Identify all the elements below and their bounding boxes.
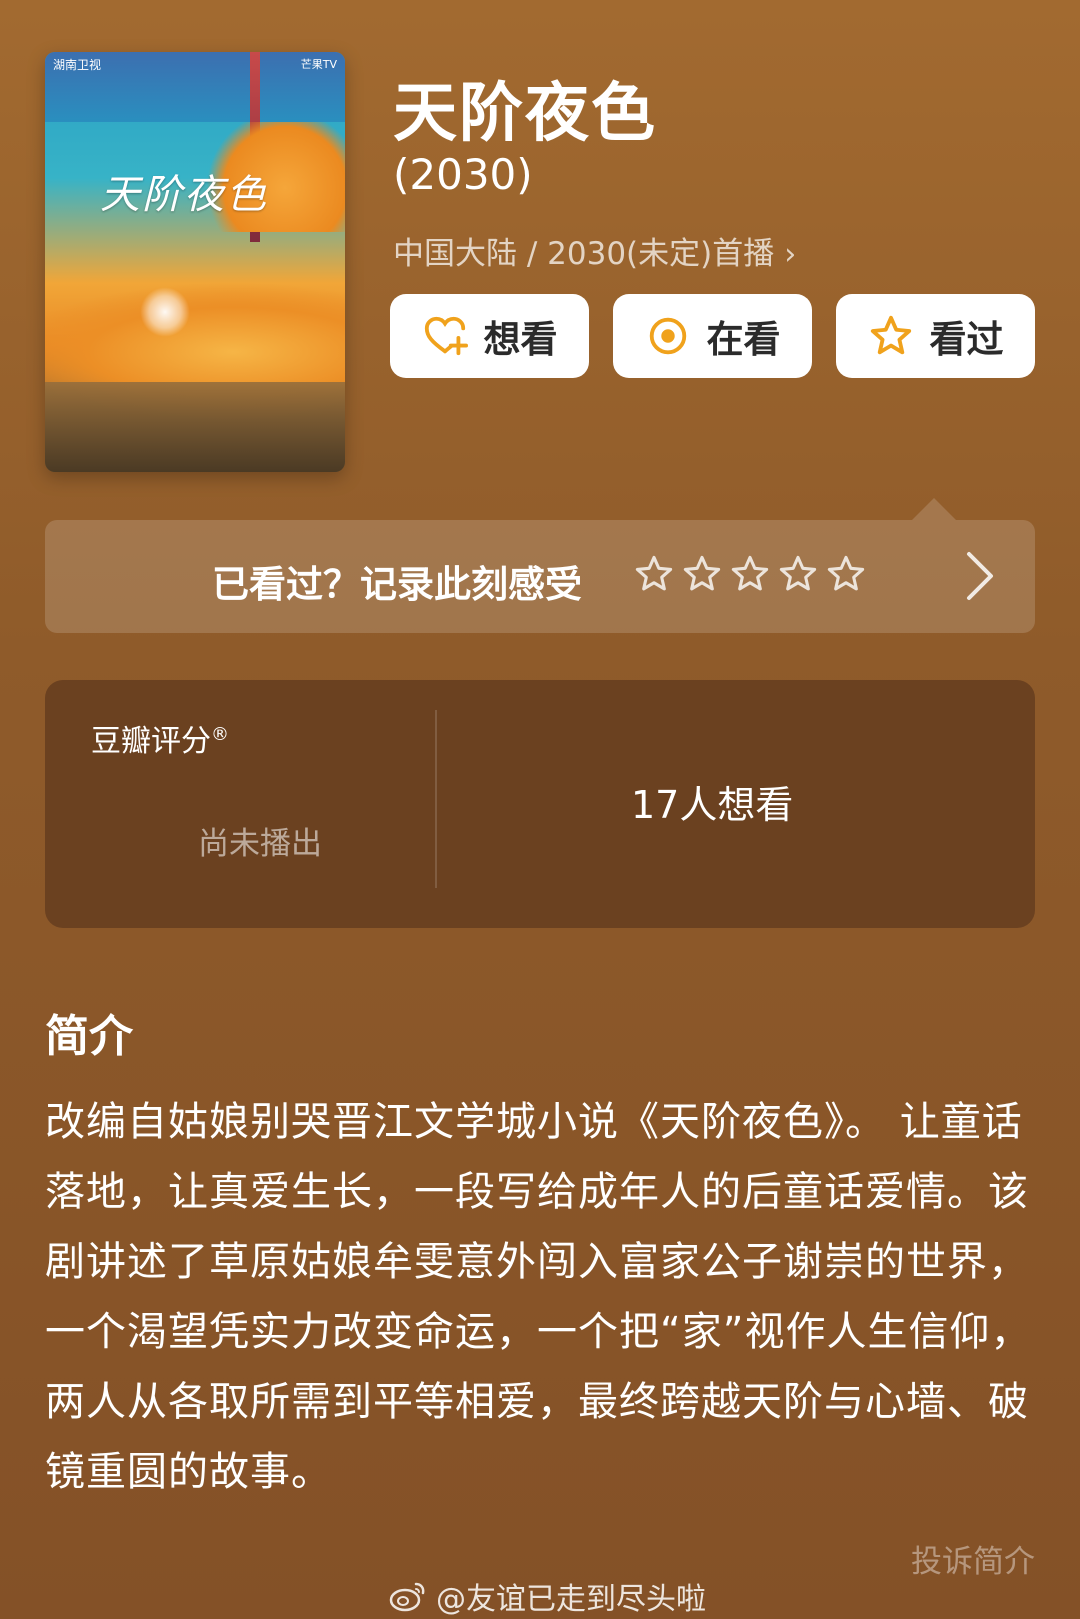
watched-label: 看过	[929, 318, 1004, 361]
star-outline-icon[interactable]	[633, 553, 675, 595]
watching-label: 在看	[706, 318, 781, 361]
watched-button[interactable]: 看过	[836, 294, 1035, 378]
poster-brand-right: 芒果TV	[300, 58, 337, 71]
douban-score-label: 豆瓣评分®	[91, 724, 229, 759]
score-panel: 豆瓣评分® 尚未播出 17人想看	[45, 680, 1035, 928]
page-title: 天阶夜色	[393, 77, 657, 151]
star-outline-icon[interactable]	[825, 553, 867, 595]
target-circle-icon	[649, 317, 686, 355]
watching-button[interactable]: 在看	[613, 294, 812, 378]
weibo-watermark: @友谊已走到尽头啦	[388, 1574, 706, 1618]
star-outline-icon[interactable]	[681, 553, 723, 595]
poster-image[interactable]: 湖南卫视 芒果TV 天阶夜色	[45, 52, 345, 472]
weibo-icon	[389, 1582, 425, 1612]
want-to-watch-label: 想看	[483, 318, 558, 361]
meta-info-link[interactable]: 中国大陆 / 2030(未定)首播 ›	[393, 228, 796, 273]
chevron-right-icon[interactable]	[963, 548, 997, 604]
rate-prompt-bar[interactable]: 已看过？记录此刻感受	[45, 520, 1035, 633]
release-year: (2030)	[393, 150, 533, 199]
chevron-right-icon: ›	[784, 237, 797, 272]
poster-brand-left: 湖南卫视	[53, 58, 102, 72]
movie-detail-page: 湖南卫视 芒果TV 天阶夜色 天阶夜色 (2030) 中国大陆 / 2030(未…	[0, 0, 1080, 1619]
score-status: 尚未播出	[198, 826, 322, 862]
rate-prompt-text: 已看过？记录此刻感受	[212, 563, 582, 606]
complain-synopsis-link[interactable]: 投诉简介	[911, 1536, 1035, 1581]
star-outline-icon[interactable]	[729, 553, 771, 595]
meta-info-text: 中国大陆 / 2030(未定)首播	[393, 236, 775, 272]
star-outline-icon[interactable]	[777, 553, 819, 595]
divider	[435, 710, 437, 888]
heart-plus-icon	[424, 316, 468, 356]
poster-dandelion	[140, 287, 190, 337]
poster-grassland	[45, 382, 345, 472]
tooltip-caret	[912, 498, 956, 520]
star-outline-icon	[870, 315, 911, 355]
want-count[interactable]: 17人想看	[631, 774, 793, 829]
synopsis-body: 改编自姑娘别哭晋江文学城小说《天阶夜色》。 让童话落地，让真爱生长，一段写给成年…	[45, 1099, 1032, 1495]
synopsis-heading: 简介	[45, 1011, 133, 1062]
rating-stars[interactable]	[633, 553, 867, 595]
watermark-text: @友谊已走到尽头啦	[436, 1582, 706, 1617]
want-to-watch-button[interactable]: 想看	[390, 294, 589, 378]
poster-calligraphy-title: 天阶夜色	[100, 172, 268, 218]
action-button-row: 想看 在看 看过	[390, 294, 1035, 378]
